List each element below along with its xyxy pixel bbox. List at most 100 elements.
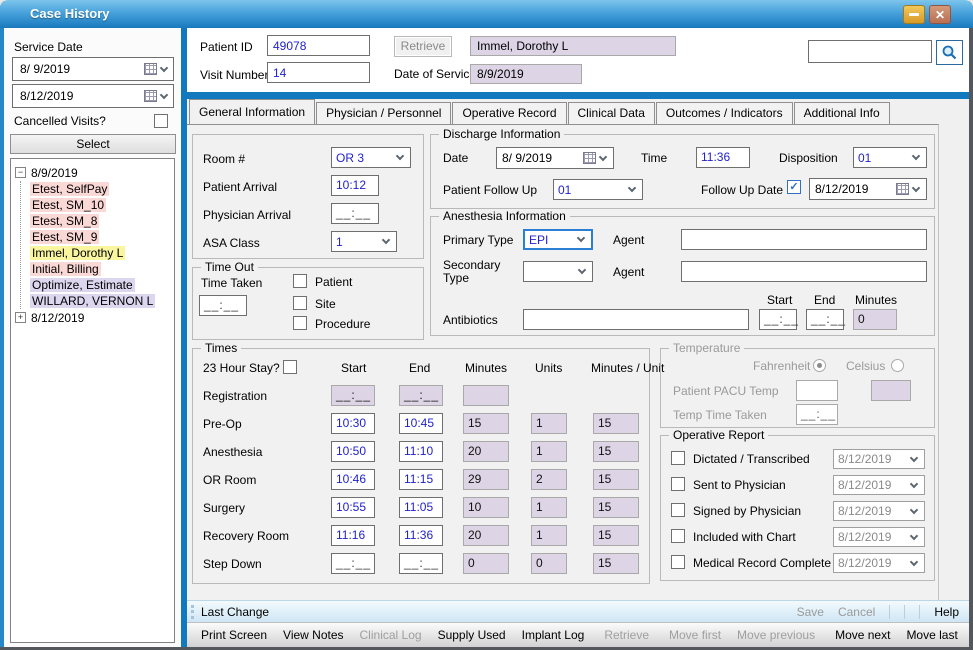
patient-follow-up-dropdown[interactable]: 01 bbox=[553, 179, 643, 200]
tab-additional-info[interactable]: Additional Info bbox=[794, 102, 890, 124]
move-last-button[interactable]: Move last bbox=[898, 625, 965, 646]
tree-item-patient[interactable]: Etest, SelfPay bbox=[30, 181, 172, 197]
collapse-icon[interactable]: − bbox=[15, 167, 26, 178]
calendar-icon[interactable] bbox=[896, 183, 909, 195]
tab-outcomes-indicators[interactable]: Outcomes / Indicators bbox=[656, 102, 793, 124]
disposition-dropdown[interactable]: 01 bbox=[853, 147, 927, 168]
move-next-button[interactable]: Move next bbox=[827, 625, 898, 646]
chevron-down-icon[interactable] bbox=[912, 183, 920, 191]
orroom-start[interactable]: 10:46 bbox=[331, 469, 375, 490]
23-hour-stay-checkbox[interactable] bbox=[283, 360, 297, 374]
service-date-from-picker[interactable]: 8/ 9/2019 bbox=[12, 57, 174, 81]
agent1-input[interactable] bbox=[681, 229, 927, 250]
antibiotics-end-field[interactable]: __:__ bbox=[806, 309, 844, 330]
timeout-procedure-label: Procedure bbox=[315, 317, 370, 331]
supply-used-button[interactable]: Supply Used bbox=[430, 625, 514, 646]
tab-clinical-data[interactable]: Clinical Data bbox=[568, 102, 655, 124]
calendar-icon[interactable] bbox=[583, 152, 596, 164]
tab-operative-record[interactable]: Operative Record bbox=[452, 102, 566, 124]
follow-up-date-picker[interactable]: 8/12/2019 bbox=[809, 178, 927, 200]
recovery-end[interactable]: 11:36 bbox=[399, 525, 443, 546]
tree-item-patient[interactable]: Optimize, Estimate bbox=[30, 277, 172, 293]
tree-group-date[interactable]: − 8/9/2019 bbox=[15, 164, 172, 181]
abx-end-label: End bbox=[814, 293, 835, 307]
calendar-icon[interactable] bbox=[144, 63, 157, 75]
operative-report-group: Operative Report Dictated / Transcribed … bbox=[660, 435, 935, 581]
physician-arrival-field[interactable]: __:__ bbox=[331, 203, 379, 224]
tree-item-patient[interactable]: Initial, Billing bbox=[30, 261, 172, 277]
timeout-site-checkbox[interactable] bbox=[293, 296, 307, 310]
implant-log-button[interactable]: Implant Log bbox=[514, 625, 593, 646]
tree-item-patient-selected[interactable]: Immel, Dorothy L bbox=[30, 245, 172, 261]
primary-type-dropdown[interactable]: EPI bbox=[523, 229, 593, 250]
orroom-end[interactable]: 11:15 bbox=[399, 469, 443, 490]
chevron-down-icon[interactable] bbox=[599, 152, 607, 160]
time-taken-field[interactable]: __:__ bbox=[199, 295, 247, 316]
surgery-start[interactable]: 10:55 bbox=[331, 497, 375, 518]
tree-item-patient[interactable]: Etest, SM_10 bbox=[30, 197, 172, 213]
row-label: OR Room bbox=[203, 473, 256, 487]
service-date-to-picker[interactable]: 8/12/2019 bbox=[12, 84, 174, 108]
visit-number-input[interactable] bbox=[267, 62, 370, 83]
help-button[interactable]: Help bbox=[934, 605, 959, 619]
date-of-service-label: Date of Service bbox=[394, 67, 476, 81]
chevron-down-icon[interactable] bbox=[160, 63, 168, 71]
chevron-down-icon[interactable] bbox=[160, 90, 168, 98]
patient-arrival-field[interactable]: 10:12 bbox=[331, 175, 379, 196]
tab-strip: General Information Physician / Personne… bbox=[189, 99, 891, 124]
tab-general-information[interactable]: General Information bbox=[189, 99, 315, 124]
expand-icon[interactable]: + bbox=[15, 312, 26, 323]
sent-checkbox[interactable] bbox=[671, 477, 685, 491]
signed-checkbox[interactable] bbox=[671, 503, 685, 517]
patient-id-input[interactable] bbox=[267, 35, 370, 56]
col-minutes: Minutes bbox=[465, 361, 507, 375]
last-change-button[interactable]: Last Change bbox=[201, 605, 269, 619]
room-label: Room # bbox=[203, 152, 245, 166]
discharge-time-field[interactable]: 11:36 bbox=[696, 147, 750, 168]
included-checkbox[interactable] bbox=[671, 529, 685, 543]
follow-up-date-checkbox[interactable]: ✓ bbox=[787, 180, 801, 194]
tab-physician-personnel[interactable]: Physician / Personnel bbox=[316, 102, 451, 124]
print-screen-button[interactable]: Print Screen bbox=[193, 625, 275, 646]
chevron-down-icon bbox=[910, 557, 918, 565]
tree-item-patient[interactable]: Etest, SM_8 bbox=[30, 213, 172, 229]
tree-group-label[interactable]: 8/12/2019 bbox=[31, 311, 84, 325]
cancelled-visits-checkbox[interactable] bbox=[154, 114, 168, 128]
tree-item-patient[interactable]: WILLARD, VERNON L bbox=[30, 293, 172, 309]
stepdown-start[interactable]: __:__ bbox=[331, 553, 375, 574]
calendar-icon[interactable] bbox=[144, 90, 157, 102]
temperature-group: Temperature Fahrenheit Celsius Patient P… bbox=[660, 348, 935, 428]
anesthesia-start[interactable]: 10:50 bbox=[331, 441, 375, 462]
surgery-end[interactable]: 11:05 bbox=[399, 497, 443, 518]
minimize-button[interactable] bbox=[903, 5, 925, 24]
tree-group-date[interactable]: + 8/12/2019 bbox=[15, 309, 172, 326]
search-button[interactable] bbox=[936, 40, 963, 65]
follow-up-date-label: Follow Up Date bbox=[701, 183, 783, 197]
dictated-checkbox[interactable] bbox=[671, 451, 685, 465]
close-button[interactable]: ✕ bbox=[929, 5, 951, 24]
room-dropdown[interactable]: OR 3 bbox=[331, 147, 411, 168]
tree-item-patient[interactable]: Etest, SM_9 bbox=[30, 229, 172, 245]
antibiotics-input[interactable] bbox=[523, 309, 749, 330]
recovery-start[interactable]: 11:16 bbox=[331, 525, 375, 546]
timeout-patient-checkbox[interactable] bbox=[293, 274, 307, 288]
visit-tree: − 8/9/2019 Etest, SelfPay Etest, SM_10 E… bbox=[10, 158, 175, 643]
view-notes-button[interactable]: View Notes bbox=[275, 625, 351, 646]
preop-end[interactable]: 10:45 bbox=[399, 413, 443, 434]
tree-group-label[interactable]: 8/9/2019 bbox=[31, 166, 78, 180]
secondary-type-dropdown[interactable] bbox=[523, 261, 593, 282]
select-button[interactable]: Select bbox=[10, 134, 176, 154]
anesthesia-end[interactable]: 11:10 bbox=[399, 441, 443, 462]
antibiotics-start-field[interactable]: __:__ bbox=[759, 309, 797, 330]
asa-class-dropdown[interactable]: 1 bbox=[331, 231, 397, 252]
stepdown-end[interactable]: __:__ bbox=[399, 553, 443, 574]
blue-separator bbox=[181, 28, 187, 647]
timeout-procedure-checkbox[interactable] bbox=[293, 316, 307, 330]
row-label: Step Down bbox=[203, 557, 262, 571]
celsius-radio bbox=[891, 359, 904, 372]
search-input[interactable] bbox=[808, 40, 932, 63]
discharge-date-picker[interactable]: 8/ 9/2019 bbox=[496, 147, 614, 169]
record-complete-checkbox[interactable] bbox=[671, 555, 685, 569]
preop-start[interactable]: 10:30 bbox=[331, 413, 375, 434]
agent2-input[interactable] bbox=[681, 261, 927, 282]
